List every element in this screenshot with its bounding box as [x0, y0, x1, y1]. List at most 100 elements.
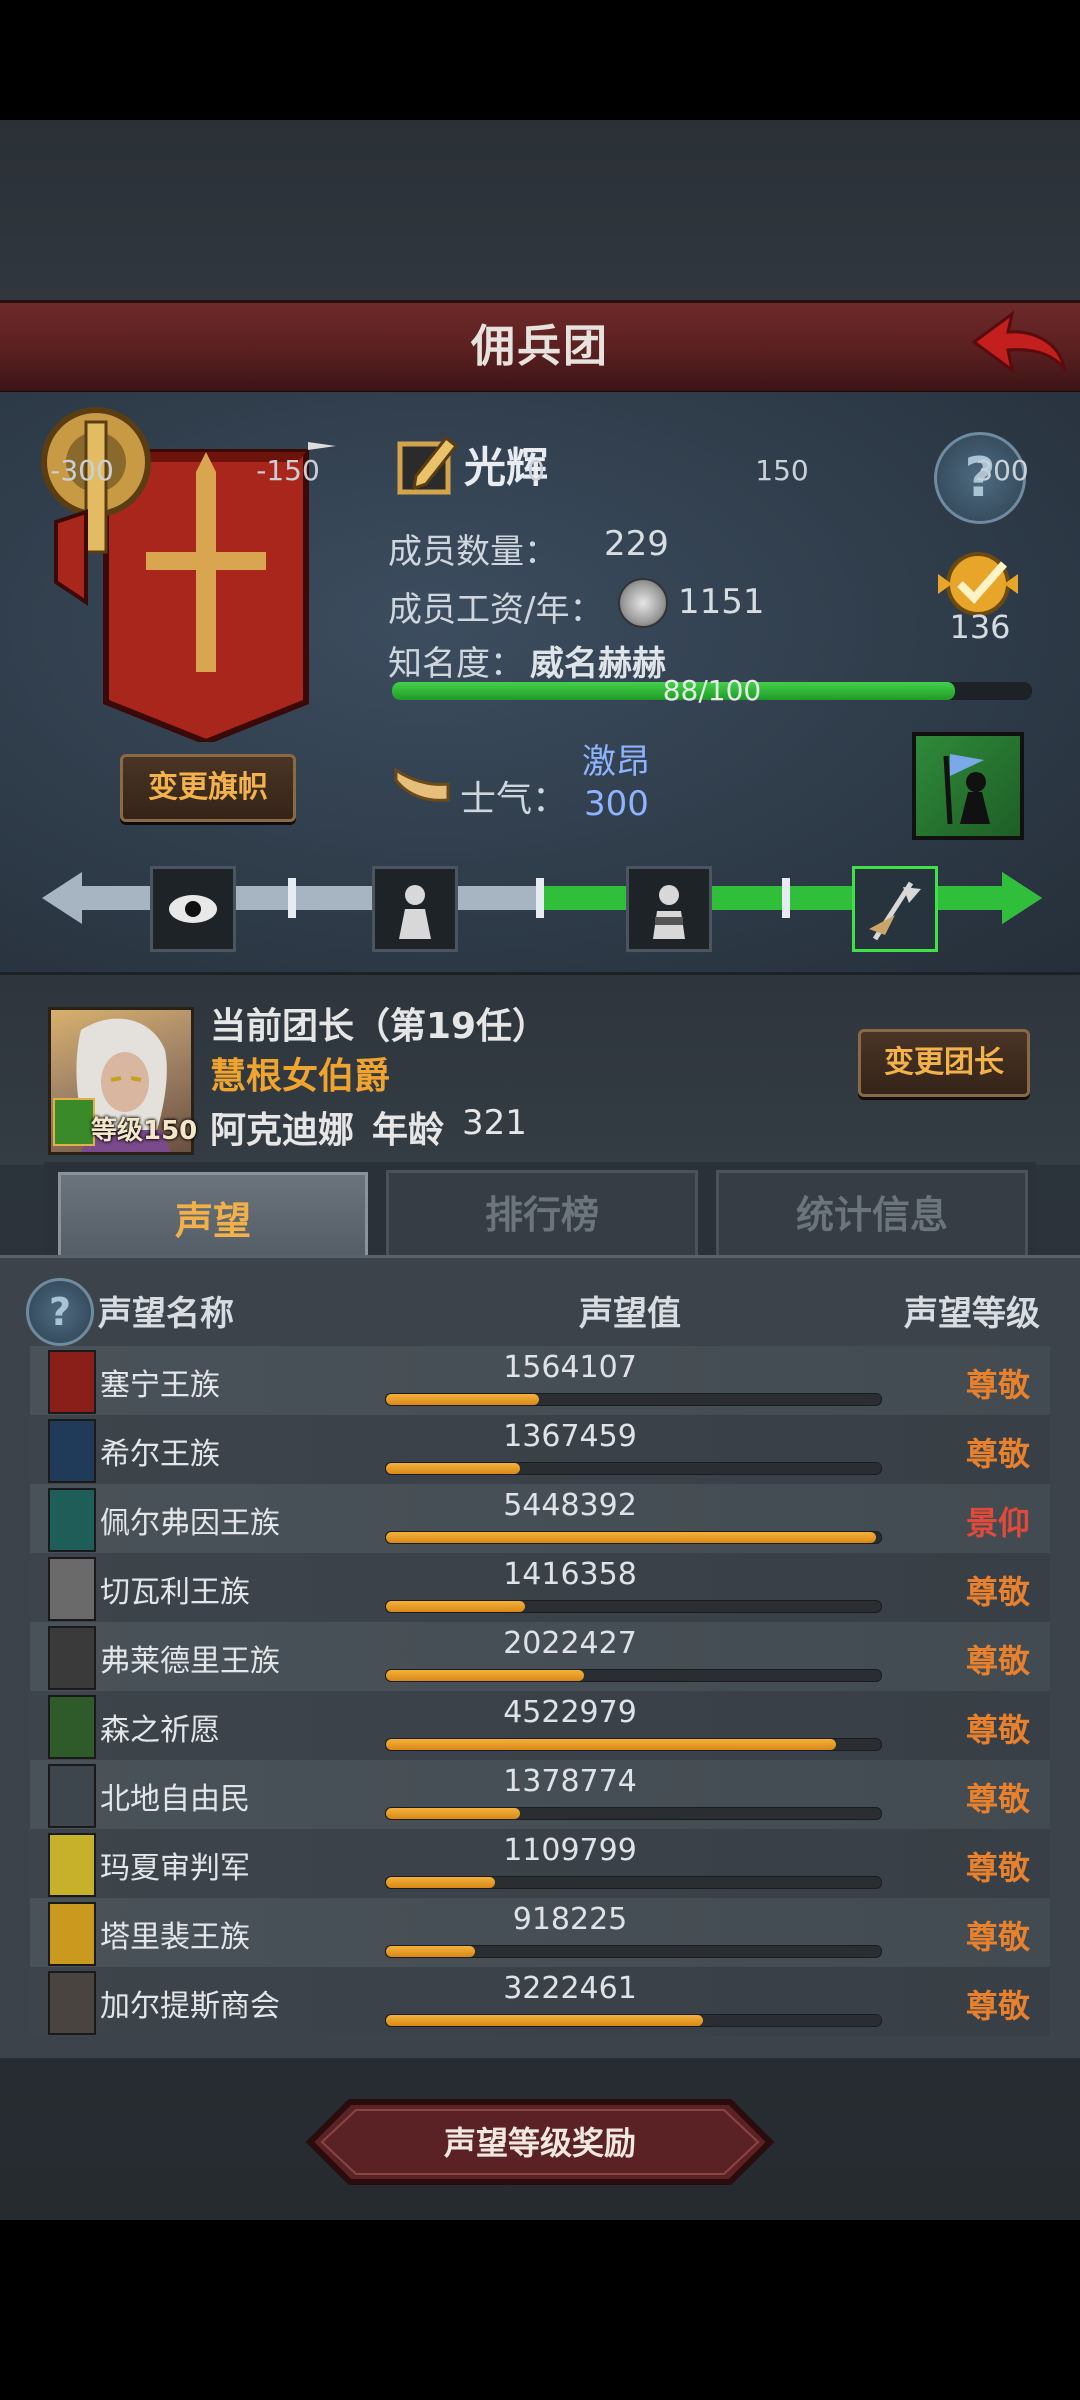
reputation-list: ? 声望名称 声望值 声望等级 塞宁王族 1564107 尊敬 希尔王族 1367459…: [0, 1255, 1080, 2058]
morale-tick-label: 150: [755, 454, 809, 487]
reputation-bar: [385, 1807, 882, 1820]
reputation-value: 1109799: [503, 1833, 637, 1868]
faction-emblem-icon: [48, 1557, 96, 1621]
reputation-reward-button[interactable]: 声望等级奖励: [306, 2098, 774, 2186]
reputation-row[interactable]: 佩尔弗因王族 5448392 景仰: [30, 1484, 1050, 1553]
morale-state: 激昂: [582, 742, 650, 782]
members-label: 成员数量：: [388, 532, 558, 572]
faction-emblem-icon: [48, 1695, 96, 1759]
morale-tick-label: 300: [975, 454, 1029, 487]
faction-emblem-icon: [48, 1488, 96, 1552]
fear-figure-icon: [372, 866, 458, 952]
members-value: 229: [604, 524, 669, 564]
reputation-row[interactable]: 塞宁王族 1564107 尊敬: [30, 1346, 1050, 1415]
morale-status-icon[interactable]: [912, 732, 1024, 840]
leader-portrait[interactable]: 等级150: [48, 1007, 198, 1155]
leader-title: 当前团长（第19任）: [210, 1006, 549, 1047]
leader-age-value: 321: [462, 1103, 527, 1143]
reputation-level: 尊敬: [965, 1780, 1030, 1818]
guild-banner-icon: [41, 407, 336, 742]
reputation-level: 尊敬: [965, 1849, 1030, 1887]
reputation-bar-fill: [386, 1394, 540, 1405]
reputation-bar: [385, 1669, 882, 1682]
faction-name: 塔里裴王族: [100, 1920, 250, 1955]
reputation-level: 景仰: [965, 1504, 1030, 1542]
edit-name-icon[interactable]: [396, 432, 460, 496]
leader-name: 阿克迪娜: [210, 1110, 355, 1151]
reputation-row[interactable]: 森之祈愿 4522979 尊敬: [30, 1691, 1050, 1760]
tab-reputation[interactable]: 声望: [58, 1172, 368, 1267]
faction-emblem-icon: [48, 1833, 96, 1897]
leader-age-label: 年龄: [372, 1110, 445, 1151]
reputation-value: 3222461: [503, 1971, 637, 2006]
change-leader-button[interactable]: 变更团长: [858, 1029, 1030, 1097]
reputation-value: 2022427: [503, 1626, 637, 1661]
header-name: 声望名称: [98, 1294, 234, 1334]
faction-name: 塞宁王族: [100, 1368, 220, 1403]
reputation-value: 1378774: [503, 1764, 637, 1799]
rally-flag-icon: [943, 754, 990, 825]
reputation-bar-fill: [386, 1532, 877, 1543]
reputation-bar-fill: [386, 1808, 520, 1819]
reputation-value: 918225: [512, 1902, 628, 1937]
faction-name: 森之祈愿: [100, 1713, 220, 1748]
morale-value: 300: [584, 784, 649, 824]
reputation-row[interactable]: 北地自由民 1378774 尊敬: [30, 1760, 1050, 1829]
reputation-bar: [385, 1531, 882, 1544]
reputation-bar-fill: [386, 1946, 476, 1957]
faction-name: 切瓦利王族: [100, 1575, 250, 1610]
morale-tick-label: 0: [527, 454, 545, 487]
reputation-level: 尊敬: [965, 1642, 1030, 1680]
reputation-bar-fill: [386, 1877, 495, 1888]
tab-statistics[interactable]: 统计信息: [716, 1170, 1028, 1260]
leader-rank: 慧根女伯爵: [210, 1056, 391, 1097]
header-bar: 佣兵团: [0, 300, 1080, 395]
reputation-value: 5448392: [503, 1488, 637, 1523]
reputation-value: 4522979: [503, 1695, 637, 1730]
change-banner-button[interactable]: 变更旗帜: [120, 754, 296, 822]
faction-name: 希尔王族: [100, 1437, 220, 1472]
reputation-level: 尊敬: [965, 1573, 1030, 1611]
reputation-bar-fill: [386, 1670, 584, 1681]
reputation-bar: [385, 1600, 882, 1613]
faction-emblem-icon: [48, 1626, 96, 1690]
reputation-row[interactable]: 塔里裴王族 918225 尊敬: [30, 1898, 1050, 1967]
inspired-banner-icon: [852, 866, 938, 952]
fame-progress-text: 88/100: [662, 674, 762, 707]
reputation-level: 尊敬: [965, 1711, 1030, 1749]
header-level: 声望等级: [904, 1294, 1040, 1334]
reputation-row[interactable]: 弗莱德里王族 2022427 尊敬: [30, 1622, 1050, 1691]
tab-ranking[interactable]: 排行榜: [386, 1170, 698, 1260]
reputation-value: 1564107: [503, 1350, 637, 1385]
reputation-row[interactable]: 加尔提斯商会 3222461 尊敬: [30, 1967, 1050, 2036]
reputation-bar: [385, 1876, 882, 1889]
reputation-bar-fill: [386, 1601, 525, 1612]
reputation-level: 尊敬: [965, 1918, 1030, 1956]
back-arrow-icon[interactable]: [968, 306, 1068, 378]
class-badge-icon: [53, 1098, 95, 1146]
reputation-value: 1416358: [503, 1557, 637, 1592]
salary-label: 成员工资/年：: [388, 590, 604, 630]
reputation-bar: [385, 1393, 882, 1406]
reputation-bar: [385, 1738, 882, 1751]
faction-emblem-icon: [48, 1764, 96, 1828]
reputation-bar-fill: [386, 2015, 703, 2026]
salary-value: 1151: [678, 582, 765, 622]
reputation-value: 1367459: [503, 1419, 637, 1454]
faction-name: 玛夏审判军: [100, 1851, 250, 1886]
reputation-row[interactable]: 切瓦利王族 1416358 尊敬: [30, 1553, 1050, 1622]
header-value: 声望值: [579, 1294, 681, 1334]
leader-level: 等级150: [91, 1116, 198, 1146]
page-title: 佣兵团: [471, 321, 609, 372]
reputation-bar-fill: [386, 1739, 837, 1750]
reputation-row[interactable]: 玛夏审判军 1109799 尊敬: [30, 1829, 1050, 1898]
reputation-help-icon[interactable]: ?: [26, 1278, 94, 1346]
war-horn-icon: [394, 767, 450, 802]
faction-emblem-icon: [48, 1971, 96, 2035]
reputation-bar-fill: [386, 1463, 520, 1474]
reputation-level: 尊敬: [965, 1435, 1030, 1473]
morale-label: 士气：: [460, 779, 569, 820]
reputation-level: 尊敬: [965, 1987, 1030, 2025]
reputation-row[interactable]: 希尔王族 1367459 尊敬: [30, 1415, 1050, 1484]
leader-panel: 等级150 当前团长（第19任） 慧根女伯爵 阿克迪娜 年龄 321 变更团长: [0, 972, 1080, 1165]
